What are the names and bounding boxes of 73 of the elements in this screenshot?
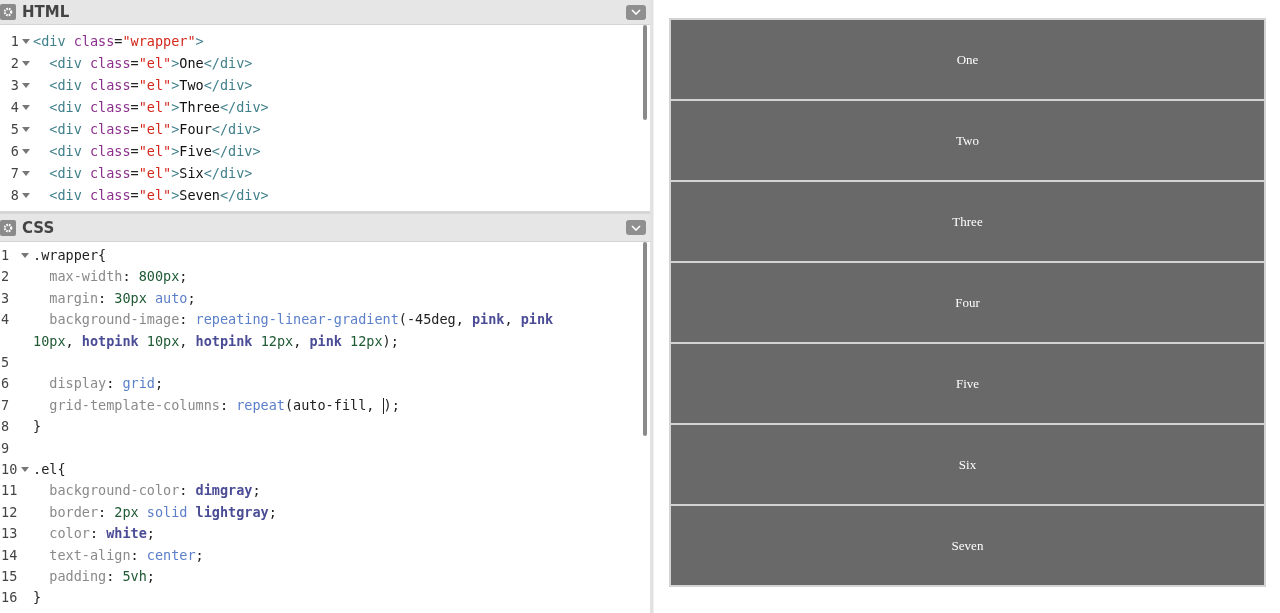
- line-number: 9: [0, 438, 11, 458]
- code-line: <div class="el">One</div>: [48, 54, 253, 73]
- line-number: 2: [0, 267, 11, 287]
- line-number: 13: [0, 524, 18, 544]
- grid-item: Two: [669, 99, 1266, 182]
- code-line: <div class="el">Four</div>: [48, 120, 261, 139]
- fold-arrow-icon[interactable]: [22, 38, 30, 44]
- grid-item: Seven: [669, 504, 1266, 587]
- chevron-down-icon: [631, 9, 641, 15]
- code-line: <div class="wrapper">: [33, 32, 204, 51]
- code-line: <div class="el">Six</div>: [48, 164, 253, 183]
- code-line: max-width: 800px;: [48, 267, 188, 287]
- code-line: background-color: dimgray;: [48, 481, 261, 501]
- settings-icon[interactable]: [0, 4, 16, 20]
- code-line: .wrapper{: [33, 246, 107, 265]
- chevron-down-icon: [631, 224, 641, 231]
- pane-title: HTML: [22, 3, 70, 21]
- line-number: 7: [0, 395, 11, 415]
- code-line: grid-template-columns: repeat(auto-fill, );: [48, 395, 400, 416]
- line-number: 8: [0, 417, 11, 437]
- line-number: 5: [0, 353, 11, 373]
- line-number: 4: [9, 98, 19, 117]
- fold-arrow-icon[interactable]: [22, 192, 30, 198]
- code-line: <div class="el">Five</div>: [48, 142, 261, 161]
- code-line: .el{: [33, 460, 66, 480]
- code-line: <div class="el">Two</div>: [48, 76, 253, 95]
- code-line: display: grid;: [48, 374, 164, 394]
- fold-arrow-icon[interactable]: [22, 60, 30, 66]
- collapse-button[interactable]: [626, 4, 646, 20]
- line-number: 4: [0, 310, 11, 330]
- line-number: 11: [0, 481, 18, 501]
- pane-title: CSS: [22, 218, 55, 237]
- fold-arrow-icon[interactable]: [21, 467, 29, 473]
- line-number: 3: [9, 76, 19, 95]
- fold-arrow-icon[interactable]: [22, 170, 30, 176]
- fold-arrow-icon[interactable]: [21, 253, 29, 259]
- fold-arrow-icon[interactable]: [22, 126, 30, 132]
- settings-icon[interactable]: [0, 219, 16, 236]
- fold-arrow-icon[interactable]: [22, 148, 30, 154]
- collapse-button[interactable]: [626, 220, 646, 235]
- line-number: 6: [9, 142, 19, 161]
- grid-item: Three: [669, 180, 1266, 263]
- code-line: <div class="el">Seven</div>: [48, 186, 269, 205]
- line-number: 12: [0, 502, 18, 522]
- line-number: 2: [9, 54, 19, 73]
- line-number: 1: [9, 32, 19, 51]
- line-number: 15: [0, 567, 18, 587]
- line-number: 6: [0, 374, 11, 394]
- line-number: 16: [0, 588, 18, 608]
- code-line: text-align: center;: [48, 545, 204, 565]
- line-number: 7: [9, 164, 19, 183]
- grid-item: Five: [669, 342, 1266, 425]
- scrollbar-thumb[interactable]: [643, 242, 647, 436]
- code-line: <div class="el">Three</div>: [48, 98, 269, 117]
- code-line: color: white;: [48, 524, 155, 544]
- line-number: 3: [0, 288, 11, 308]
- line-number: 1: [0, 246, 11, 265]
- grid-item: One: [669, 18, 1266, 101]
- fold-arrow-icon[interactable]: [22, 104, 30, 110]
- code-line: padding: 5vh;: [48, 567, 155, 587]
- code-line: }: [33, 417, 42, 437]
- grid-item: Four: [669, 261, 1266, 344]
- line-number: 5: [9, 120, 19, 139]
- code-line: border: 2px solid lightgray;: [48, 502, 277, 522]
- line-number: 14: [0, 545, 18, 565]
- code-line: }: [33, 588, 42, 608]
- line-number: 8: [9, 186, 19, 205]
- code-line: background-image: repeating-linear-gradient(-45deg, pink, pink 10px, hotpink 10px, hotpink 12px, pink 12px);: [33, 310, 554, 351]
- code-line: margin: 30px auto;: [48, 288, 196, 308]
- fold-arrow-icon[interactable]: [22, 82, 30, 88]
- scrollbar-thumb[interactable]: [643, 25, 647, 120]
- line-number: 10: [0, 460, 18, 480]
- grid-item: Six: [669, 423, 1266, 506]
